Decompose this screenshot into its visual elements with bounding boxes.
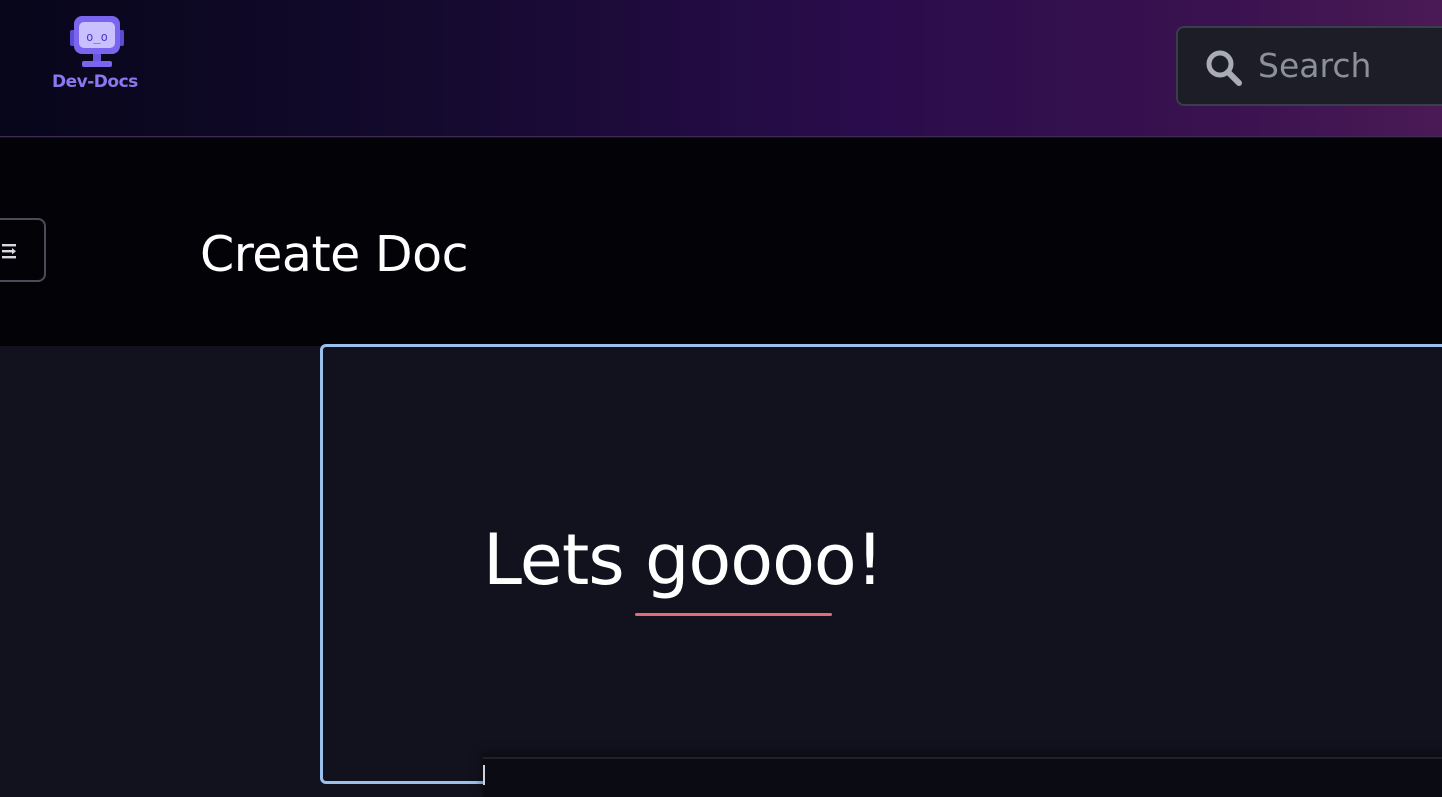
sidebar-toggle-icon (2, 244, 16, 259)
svg-text:o_o: o_o (86, 30, 108, 44)
spellcheck-underline (635, 613, 832, 616)
page-title: Create Doc (200, 226, 469, 283)
editor-block[interactable] (483, 757, 1442, 797)
robot-monitor-icon: o_o (70, 16, 124, 67)
dev-docs-logo[interactable]: o_o Dev-Docs (52, 14, 152, 94)
doc-heading[interactable]: Lets goooo! (483, 525, 884, 595)
doc-editor[interactable]: Lets goooo! (320, 344, 1442, 797)
sidebar-toggle-button[interactable] (0, 218, 46, 282)
logo-text: Dev-Docs (52, 72, 138, 92)
top-header: o_o Dev-Docs Search (0, 0, 1442, 137)
page-title-bar: Create Doc (0, 138, 1442, 346)
sidebar-panel (0, 346, 320, 770)
search-placeholder: Search (1258, 46, 1372, 85)
search-input[interactable]: Search (1176, 26, 1442, 106)
text-cursor (483, 765, 485, 785)
search-icon (1206, 50, 1242, 86)
